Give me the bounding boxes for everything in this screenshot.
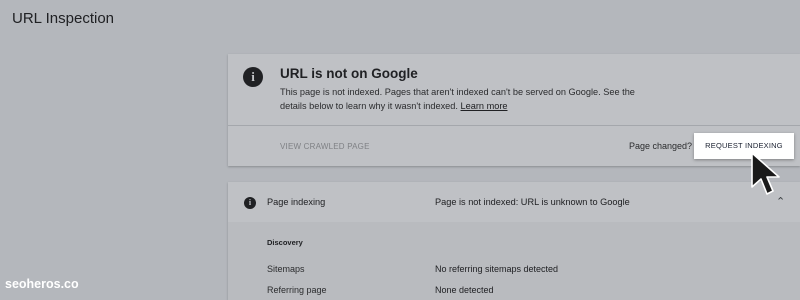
discovery-heading: Discovery	[267, 238, 303, 247]
status-description-text: This page is not indexed. Pages that are…	[280, 87, 635, 111]
page-indexing-status: Page is not indexed: URL is unknown to G…	[435, 197, 630, 207]
referring-page-label: Referring page	[267, 285, 327, 295]
cursor-arrow-icon	[751, 152, 780, 195]
page-title: URL Inspection	[12, 10, 114, 27]
learn-more-link[interactable]: Learn more	[461, 101, 508, 111]
info-icon: i	[243, 67, 263, 87]
status-title: URL is not on Google	[280, 66, 418, 81]
watermark: seoheros.co	[5, 277, 79, 291]
page-indexing-details: Discovery Sitemaps No referring sitemaps…	[228, 222, 800, 300]
status-description: This page is not indexed. Pages that are…	[280, 85, 655, 113]
view-crawled-page-button[interactable]: VIEW CRAWLED PAGE	[280, 142, 370, 151]
referring-page-value: None detected	[435, 285, 494, 295]
card-divider	[228, 125, 800, 126]
page-changed-label: Page changed?	[629, 141, 693, 151]
sitemaps-label: Sitemaps	[267, 264, 305, 274]
page-indexing-label: Page indexing	[267, 197, 326, 207]
sitemaps-value: No referring sitemaps detected	[435, 264, 559, 274]
page-indexing-header[interactable]: i Page indexing Page is not indexed: URL…	[228, 182, 800, 222]
page-indexing-card: i Page indexing Page is not indexed: URL…	[228, 182, 800, 300]
info-icon: i	[244, 197, 256, 209]
